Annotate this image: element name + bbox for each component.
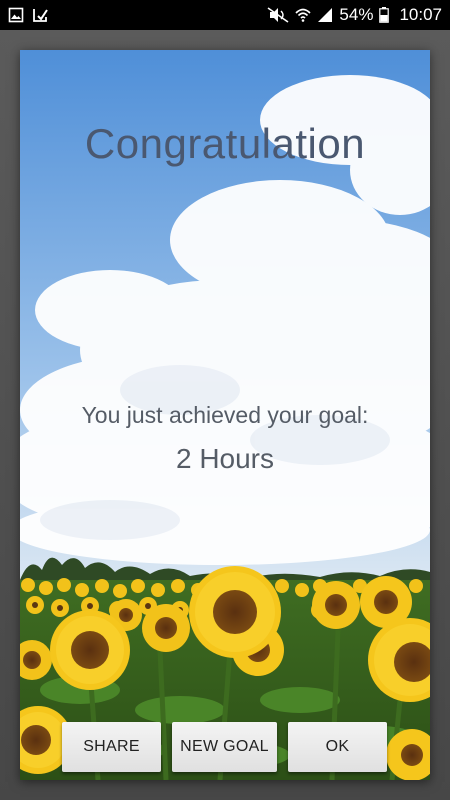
notification-area [8, 7, 48, 23]
dialog-title: Congratulation [84, 120, 366, 167]
battery-percentage: 54% [339, 5, 374, 24]
battery-icon [379, 7, 390, 23]
signal-icon [317, 7, 333, 23]
goal-message: You just achieved your goal: [81, 402, 369, 428]
status-bar: 54% 10:07 [0, 0, 450, 30]
gallery-notification-icon [8, 7, 24, 23]
wifi-icon [295, 7, 311, 23]
goal-value: 2 Hours [175, 443, 275, 474]
system-status: 54% 10:07 [267, 5, 442, 25]
ok-button[interactable]: OK [288, 722, 387, 772]
share-button[interactable]: SHARE [62, 722, 161, 772]
mute-icon [267, 7, 289, 23]
app-notification-icon [32, 7, 48, 23]
new-goal-button[interactable]: NEW GOAL [172, 722, 277, 772]
clock: 10:07 [399, 5, 442, 24]
congratulation-dialog: Congratulation You just achieved your go… [20, 50, 430, 780]
